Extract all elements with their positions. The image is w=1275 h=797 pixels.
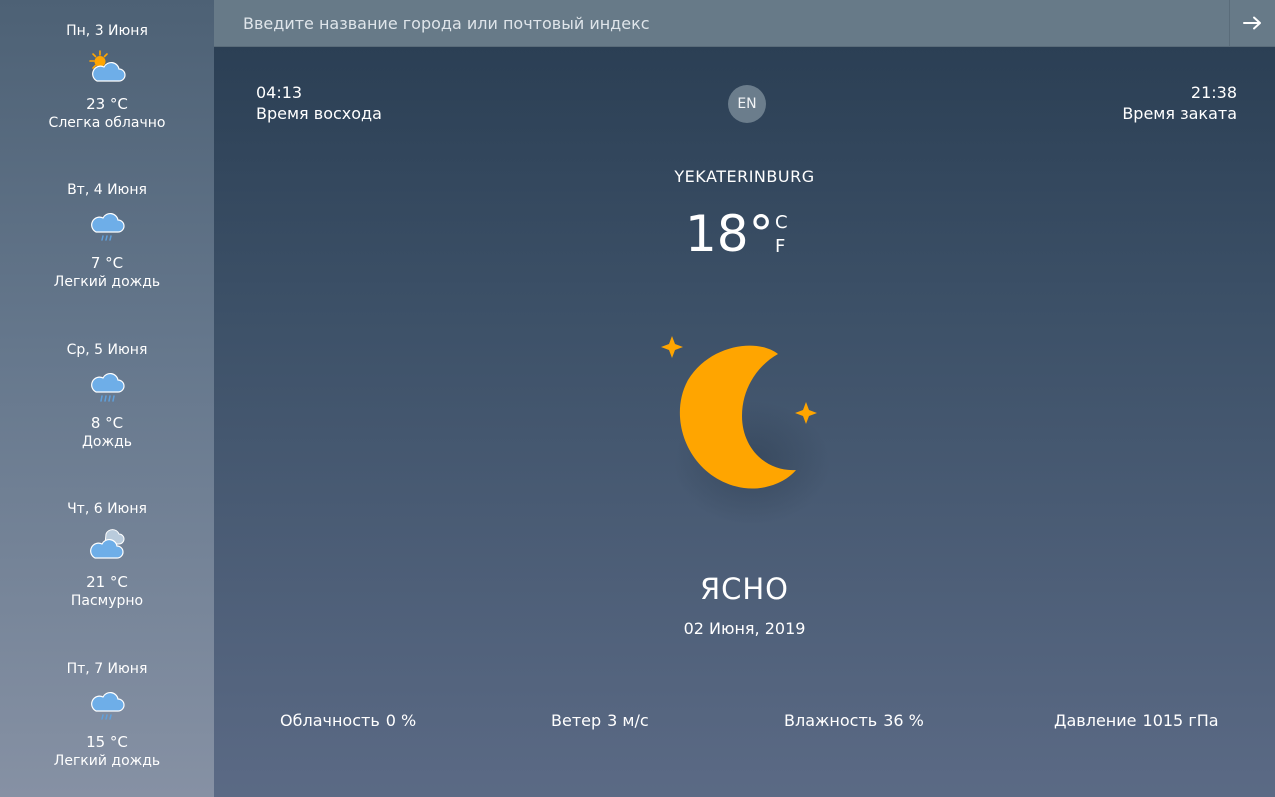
celsius-toggle[interactable]: C (775, 213, 788, 233)
current-temperature: 18° (685, 205, 774, 263)
wind-stat: Ветер 3 м/с (551, 711, 649, 730)
sunrise-label: Время восхода (256, 104, 382, 123)
pressure-stat: Давление 1015 гПа (1054, 711, 1219, 730)
pressure-label: Давление (1054, 711, 1137, 730)
forecast-temp: 23 °C (86, 95, 128, 113)
sunset-label: Время заката (1122, 104, 1237, 123)
forecast-date: Ср, 5 Июня (66, 341, 148, 358)
overcast-icon (85, 526, 129, 566)
forecast-day[interactable]: Ср, 5 Июня 8 °C Дождь (0, 319, 214, 478)
language-toggle-button[interactable]: EN (728, 85, 766, 123)
current-condition: ЯСНО (699, 572, 790, 606)
forecast-date: Пн, 3 Июня (66, 23, 148, 39)
humidity-value: 36 % (883, 711, 924, 730)
wind-value: 3 м/с (607, 711, 649, 730)
city-name: YEKATERINBURG (674, 167, 815, 186)
cloudiness-label: Облачность (280, 711, 380, 730)
city-search-input[interactable] (214, 0, 1229, 46)
humidity-label: Влажность (784, 711, 878, 730)
sunset-time: 21:38 (1190, 83, 1237, 102)
arrow-right-icon (1242, 16, 1261, 30)
light-rain-icon (85, 207, 129, 247)
forecast-day[interactable]: Пт, 7 Июня 15 °C Легкий дождь (0, 638, 214, 797)
sunrise-info: 04:13 Время восхода (256, 82, 382, 124)
cloudiness-value: 0 % (385, 711, 417, 730)
forecast-day[interactable]: Чт, 6 Июня 21 °C Пасмурно (0, 478, 214, 637)
fahrenheit-toggle[interactable]: F (775, 237, 785, 257)
forecast-temp: 8 °C (90, 413, 124, 432)
search-bar (214, 0, 1275, 47)
forecast-date: Вт, 4 Июня (67, 182, 147, 199)
pressure-value: 1015 гПа (1142, 711, 1219, 730)
cloudiness-stat: Облачность 0 % (280, 711, 416, 730)
rain-icon (85, 367, 129, 407)
sunrise-time: 04:13 (256, 83, 303, 102)
humidity-stat: Влажность 36 % (784, 711, 924, 730)
current-weather-panel: 04:13 Время восхода EN 21:38 Время закат… (214, 0, 1275, 797)
forecast-temp: 21 °C (86, 573, 128, 592)
forecast-condition: Пасмурно (70, 593, 144, 610)
forecast-temp: 7 °C (90, 254, 124, 273)
forecast-sidebar: Пн, 3 Июня 23 °C Слегка облачно Вт, 4 Ию… (0, 0, 214, 797)
forecast-date: Пт, 7 Июня (66, 660, 148, 677)
moon-stars-icon (661, 336, 830, 525)
forecast-date: Чт, 6 Июня (67, 501, 147, 518)
wind-label: Ветер (551, 711, 602, 730)
sunset-info: 21:38 Время заката (1122, 82, 1237, 124)
forecast-condition: Дождь (81, 433, 133, 450)
forecast-condition: Слегка облачно (48, 115, 166, 131)
partly-cloudy-icon (85, 48, 129, 88)
search-submit-button[interactable] (1229, 0, 1275, 46)
forecast-condition: Легкий дождь (53, 752, 161, 769)
current-date: 02 Июня, 2019 (683, 619, 806, 638)
light-rain-icon (85, 686, 129, 726)
forecast-temp: 15 °C (86, 732, 128, 751)
forecast-day[interactable]: Пн, 3 Июня 23 °C Слегка облачно (0, 0, 214, 159)
forecast-condition: Легкий дождь (53, 274, 161, 291)
forecast-day[interactable]: Вт, 4 Июня 7 °C Легкий дождь (0, 159, 214, 318)
